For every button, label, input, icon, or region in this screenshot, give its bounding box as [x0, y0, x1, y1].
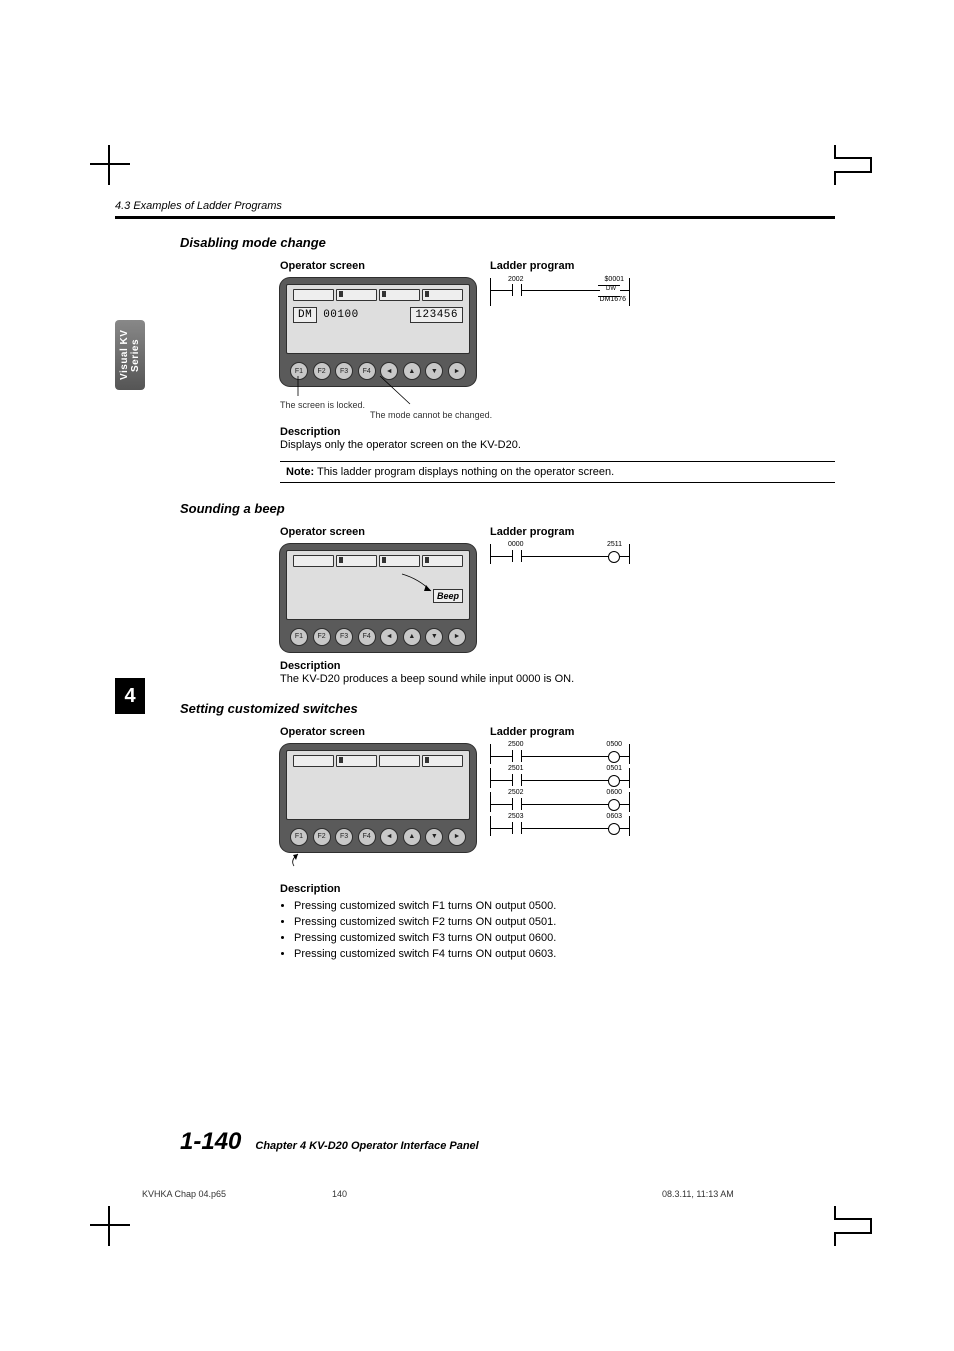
lcd-indicator: [293, 289, 334, 301]
section-title-switches: Setting customized switches: [115, 701, 835, 716]
print-seq: 140: [332, 1189, 662, 1199]
lcd-screen: DM 00100 123456: [286, 284, 470, 354]
bullet-item: Pressing customized switch F2 turns ON o…: [294, 915, 835, 931]
left-button[interactable]: ◄: [380, 628, 398, 646]
section-title-beep: Sounding a beep: [115, 501, 835, 516]
lcd-addr: 00100: [323, 309, 359, 321]
crop-mark-br: [834, 1206, 884, 1246]
rung-out-label: 0501: [606, 765, 622, 772]
up-button[interactable]: ▲: [403, 628, 421, 646]
crop-mark-tl: [90, 145, 130, 185]
ladder-rung: 2501 0501: [490, 768, 630, 788]
lcd-value: 123456: [410, 307, 463, 323]
f3-button[interactable]: F3: [335, 828, 353, 846]
description-heading: Description: [280, 660, 835, 672]
lcd-screen: [286, 750, 470, 820]
note-bold: Note:: [286, 466, 314, 478]
chapter-footer: Chapter 4 KV-D20 Operator Interface Pane…: [255, 1140, 478, 1152]
description-heading: Description: [280, 426, 835, 438]
rung-in-label: 2503: [508, 813, 524, 820]
down-button[interactable]: ▼: [425, 628, 443, 646]
ladder-rung: 2500 0500: [490, 744, 630, 764]
operator-panel: F1 F2 F3 F4 ◄ ▲ ▼ ►: [280, 744, 476, 852]
f1-button[interactable]: F1: [290, 628, 308, 646]
callout-mode: The mode cannot be changed.: [370, 410, 530, 420]
rung-in-label: 2502: [508, 789, 524, 796]
left-button[interactable]: ◄: [380, 828, 398, 846]
f2-button[interactable]: F2: [313, 828, 331, 846]
lcd-indicator: [336, 555, 377, 567]
note-text: This ladder program displays nothing on …: [317, 466, 614, 478]
ladder-rung: 2503 0603: [490, 816, 630, 836]
bullet-item: Pressing customized switch F4 turns ON o…: [294, 947, 835, 963]
section-title-disable: Disabling mode change: [115, 235, 835, 250]
lcd-indicator: [422, 555, 463, 567]
description-heading: Description: [280, 883, 835, 895]
rung-out-label: 0500: [606, 741, 622, 748]
lcd-indicator: [422, 755, 463, 767]
down-button[interactable]: ▼: [425, 828, 443, 846]
ladder-program-label: Ladder program: [490, 260, 835, 272]
lcd-indicator: [293, 555, 334, 567]
lcd-indicator: [336, 289, 377, 301]
description-text: Displays only the operator screen on the…: [280, 438, 835, 453]
operator-screen-label: Operator screen: [280, 726, 490, 738]
breadcrumb: 4.3 Examples of Ladder Programs: [115, 200, 835, 212]
up-button[interactable]: ▲: [403, 828, 421, 846]
rung-out-label: 2511: [607, 541, 622, 548]
ladder-program-label: Ladder program: [490, 726, 835, 738]
operator-screen-label: Operator screen: [280, 526, 490, 538]
rung-in-label: 2500: [508, 741, 524, 748]
switch-arrow-icon: [284, 852, 314, 870]
lcd-indicator: [379, 755, 420, 767]
ladder-rung: 2502 0600: [490, 792, 630, 812]
print-meta: KVHKA Chap 04.p65 140 08.3.11, 11:13 AM: [142, 1189, 884, 1199]
print-file: KVHKA Chap 04.p65: [142, 1189, 332, 1199]
right-button[interactable]: ►: [448, 628, 466, 646]
bullet-item: Pressing customized switch F1 turns ON o…: [294, 899, 835, 915]
page-number: 1-140: [180, 1128, 241, 1156]
operator-screen-label: Operator screen: [280, 260, 490, 272]
rung-out-label: $0001: [605, 276, 624, 283]
button-row: F1 F2 F3 F4 ◄ ▲ ▼ ►: [286, 624, 470, 646]
rung-out-label: 0600: [606, 789, 622, 796]
rung-dm-label: DM1676: [600, 296, 626, 303]
callout-locked: The screen is locked.: [280, 400, 365, 410]
beep-arrow-icon: [399, 571, 439, 601]
ladder-diagram: 2002 $0001 DW DM1676: [490, 278, 835, 306]
rung-dw-label: DW: [606, 286, 616, 292]
operator-panel: DM 00100 123456 F1 F2 F3 F4 ◄ ▲ ▼ ►: [280, 278, 476, 386]
crop-mark-tr: [834, 145, 884, 185]
description-text: The KV-D20 produces a beep sound while i…: [280, 672, 835, 687]
description-bullets: Pressing customized switch F1 turns ON o…: [280, 899, 835, 963]
bullet-item: Pressing customized switch F3 turns ON o…: [294, 931, 835, 947]
lcd-indicator: [422, 289, 463, 301]
header-rule: [115, 216, 835, 219]
lcd-indicator: [293, 755, 334, 767]
rung-in-label: 2501: [508, 765, 524, 772]
operator-panel: Beep F1 F2 F3 F4 ◄ ▲ ▼ ►: [280, 544, 476, 652]
page-footer: 1-140 Chapter 4 KV-D20 Operator Interfac…: [180, 1128, 479, 1156]
rung-in-label: 0000: [508, 541, 524, 548]
lcd-indicator: [379, 555, 420, 567]
ladder-diagram: 2500 0500 2501 0501 2502 0600 2503 0603: [490, 744, 835, 836]
f3-button[interactable]: F3: [335, 628, 353, 646]
lcd-dm-label: DM: [293, 307, 317, 323]
f4-button[interactable]: F4: [358, 628, 376, 646]
f1-button[interactable]: F1: [290, 828, 308, 846]
ladder-diagram: 0000 2511: [490, 544, 835, 564]
lcd-indicator: [379, 289, 420, 301]
f2-button[interactable]: F2: [313, 628, 331, 646]
crop-mark-bl: [90, 1206, 130, 1246]
lcd-screen: Beep: [286, 550, 470, 620]
print-stamp: 08.3.11, 11:13 AM: [662, 1189, 734, 1199]
lcd-indicator: [336, 755, 377, 767]
button-row: F1 F2 F3 F4 ◄ ▲ ▼ ►: [286, 824, 470, 846]
note-box: Note: This ladder program displays nothi…: [280, 461, 835, 483]
f4-button[interactable]: F4: [358, 828, 376, 846]
rung-in-label: 2002: [508, 276, 524, 283]
right-button[interactable]: ►: [448, 828, 466, 846]
ladder-program-label: Ladder program: [490, 526, 835, 538]
rung-out-label: 0603: [606, 813, 622, 820]
